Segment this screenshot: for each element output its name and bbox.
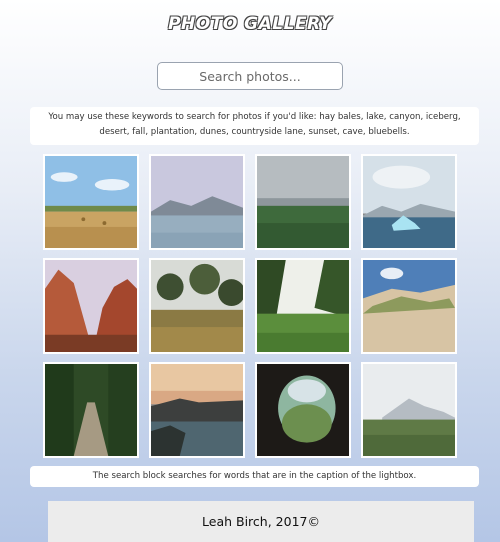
sunset-photo[interactable] [149,362,245,458]
dunes-photo[interactable] [361,258,457,354]
photo-gallery [43,154,458,458]
search-input[interactable] [157,62,343,90]
desert-photo[interactable] [43,258,139,354]
iceberg-photo[interactable] [361,154,457,250]
plantation-photo[interactable] [255,258,351,354]
fall-photo[interactable] [149,258,245,354]
keywords-note: You may use these keywords to search for… [30,107,479,145]
search-note: The search block searches for words that… [30,466,479,487]
canyon-photo[interactable] [255,154,351,250]
footer-text: Leah Birch, 2017© [202,514,320,529]
bluebells-photo[interactable] [361,362,457,458]
hay-bales-photo[interactable] [43,154,139,250]
lake-photo[interactable] [149,154,245,250]
cave-photo[interactable] [255,362,351,458]
footer: Leah Birch, 2017© [48,501,474,542]
page-title: PHOTO GALLERY [168,14,332,34]
countryside-lane-photo[interactable] [43,362,139,458]
